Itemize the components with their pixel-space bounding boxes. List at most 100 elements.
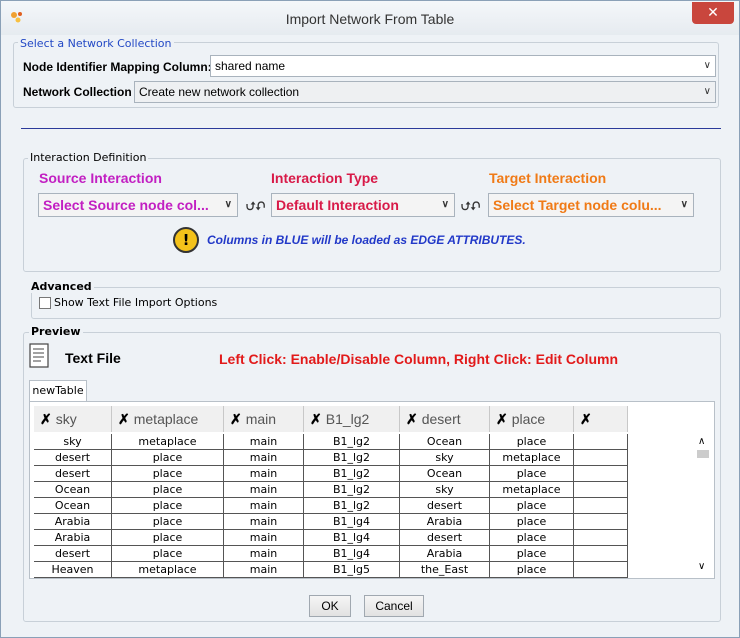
table-cell: main — [224, 466, 304, 482]
column-edit-hint: Left Click: Enable/Disable Column, Right… — [219, 351, 619, 367]
column-header-label: place — [511, 411, 546, 427]
node-mapping-label: Node Identifier Mapping Column: — [23, 60, 212, 74]
table-cell: place — [112, 498, 224, 514]
table-cell: sky — [400, 482, 490, 498]
column-disable-icon[interactable]: ✗ — [118, 411, 130, 427]
table-cell: B1_lg2 — [304, 450, 400, 466]
interaction-type-select[interactable]: Default Interaction ∨ — [271, 193, 455, 217]
table-cell: B1_lg4 — [304, 514, 400, 530]
show-options-label[interactable]: Show Text File Import Options — [54, 296, 217, 309]
dialog-content: Select a Network Collection Node Identif… — [9, 35, 731, 631]
table-cell: Arabia — [400, 546, 490, 562]
column-header[interactable]: ✗ — [574, 406, 628, 432]
table-cell: desert — [34, 450, 112, 466]
separator-line — [21, 128, 721, 129]
table-cell: B1_lg2 — [304, 498, 400, 514]
table-cell: main — [224, 498, 304, 514]
tab-newtable[interactable]: newTable — [29, 380, 87, 402]
column-disable-icon[interactable]: ✗ — [40, 411, 52, 427]
interaction-definition-legend: Interaction Definition — [28, 151, 149, 164]
text-file-icon — [29, 343, 49, 368]
table-cell: B1_lg2 — [304, 482, 400, 498]
table-cell: Heaven — [34, 562, 112, 578]
scroll-up-icon[interactable]: ∧ — [698, 436, 705, 447]
table-cell: place — [112, 530, 224, 546]
table-cell: main — [224, 530, 304, 546]
network-collection-legend: Select a Network Collection — [18, 37, 174, 50]
table-cell — [574, 514, 628, 530]
column-disable-icon[interactable]: ✗ — [580, 411, 592, 427]
table-cell: place — [490, 498, 574, 514]
table-cell: metaplace — [112, 562, 224, 578]
table-cell: place — [112, 450, 224, 466]
edge-attributes-warning: Columns in BLUE will be loaded as EDGE A… — [207, 233, 526, 247]
table-cell — [574, 466, 628, 482]
cancel-button[interactable]: Cancel — [364, 595, 424, 617]
table-cell: place — [112, 546, 224, 562]
column-header[interactable]: ✗ B1_lg2 — [304, 406, 400, 432]
column-disable-icon[interactable]: ✗ — [496, 411, 508, 427]
table-cell: metaplace — [112, 434, 224, 450]
warning-icon: ! — [173, 227, 199, 253]
chevron-down-icon: ∨ — [441, 199, 449, 210]
table-cell: place — [112, 482, 224, 498]
column-disable-icon[interactable]: ✗ — [406, 411, 418, 427]
network-collection-select[interactable]: Create new network collection ∨ — [134, 81, 716, 103]
table-cell: place — [490, 434, 574, 450]
target-node-value: Select Target node colu... — [493, 197, 662, 213]
table-cell: sky — [34, 434, 112, 450]
window-title: Import Network From Table — [285, 11, 455, 27]
import-network-dialog: Import Network From Table ✕ Select a Net… — [0, 0, 740, 638]
preview-file-type: Text File — [65, 350, 121, 366]
table-cell — [574, 530, 628, 546]
table-cell: place — [112, 514, 224, 530]
column-header-label: B1_lg2 — [325, 411, 370, 427]
column-header-label: sky — [55, 411, 77, 427]
table-cell: Arabia — [34, 530, 112, 546]
chevron-down-icon: ∨ — [224, 199, 232, 210]
column-header-label: desert — [421, 411, 461, 427]
node-mapping-select[interactable]: shared name ∨ — [210, 55, 716, 77]
scroll-thumb[interactable] — [697, 450, 709, 458]
ok-button[interactable]: OK — [309, 595, 351, 617]
show-options-checkbox[interactable] — [39, 297, 51, 309]
target-node-select[interactable]: Select Target node colu... ∨ — [488, 193, 694, 217]
chevron-down-icon: ∨ — [703, 60, 711, 71]
column-header[interactable]: ✗ place — [490, 406, 574, 432]
table-cell: Arabia — [34, 514, 112, 530]
table-cell — [574, 482, 628, 498]
source-node-select[interactable]: Select Source node col... ∨ — [38, 193, 238, 217]
swap-arrows-icon: ⮍⮏ — [461, 199, 481, 213]
table-cell: desert — [34, 466, 112, 482]
interaction-type-title: Interaction Type — [271, 170, 379, 186]
table-cell — [574, 546, 628, 562]
column-disable-icon[interactable]: ✗ — [310, 411, 322, 427]
table-cell — [574, 562, 628, 578]
table-cell: main — [224, 450, 304, 466]
column-header[interactable]: ✗ metaplace — [112, 406, 224, 432]
close-button[interactable]: ✕ — [692, 2, 734, 24]
table-cell: place — [490, 514, 574, 530]
source-interaction-title: Source Interaction — [39, 170, 162, 186]
column-header-label: main — [245, 411, 277, 427]
column-disable-icon[interactable]: ✗ — [230, 411, 242, 427]
table-cell: B1_lg2 — [304, 434, 400, 450]
table-cell: Ocean — [34, 498, 112, 514]
scroll-down-icon[interactable]: ∨ — [698, 561, 705, 572]
table-cell: B1_lg4 — [304, 530, 400, 546]
network-collection-value: Create new network collection — [139, 85, 300, 99]
table-cell: Arabia — [400, 514, 490, 530]
title-bar[interactable]: Import Network From Table ✕ — [1, 1, 739, 35]
advanced-legend: Advanced — [29, 280, 94, 293]
preview-legend: Preview — [29, 325, 83, 338]
column-header[interactable]: ✗ desert — [400, 406, 490, 432]
table-cell: sky — [400, 450, 490, 466]
table-cell — [574, 498, 628, 514]
table-cell: desert — [400, 498, 490, 514]
column-header[interactable]: ✗ sky — [34, 406, 112, 432]
column-header[interactable]: ✗ main — [224, 406, 304, 432]
table-cell: main — [224, 434, 304, 450]
preview-table: ✗ sky ✗ metaplace ✗ main ✗ B1_lg2 ✗ desert ✗ place ✗… — [29, 401, 715, 579]
table-cell: Ocean — [400, 466, 490, 482]
vertical-scrollbar[interactable]: ∧ ∨ — [694, 434, 712, 574]
